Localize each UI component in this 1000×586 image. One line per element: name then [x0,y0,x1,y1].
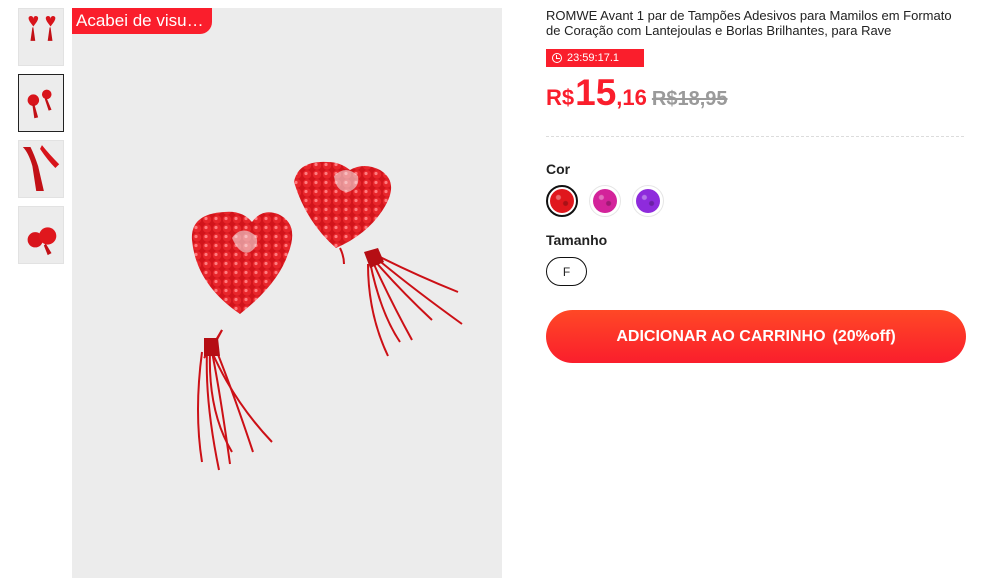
thumbnail-4[interactable] [18,206,64,264]
product-page: Acabei de visu… ROMWE Avant 1 par de Tam… [0,0,1000,586]
recently-viewed-badge: Acabei de visu… [72,8,212,34]
thumbnail-3[interactable] [18,140,64,198]
right-heart [294,161,392,248]
divider [546,136,964,137]
product-info: ROMWE Avant 1 par de Tampões Adesivos pa… [546,8,966,363]
right-tassel [339,247,463,357]
discount-label: (20%off) [832,327,896,345]
size-option-f[interactable]: F [546,257,587,286]
swatch-fill [593,189,617,213]
swatch-fill [550,189,574,213]
color-swatch-pink[interactable] [589,185,621,217]
color-swatch-purple[interactable] [632,185,664,217]
color-swatch-red[interactable] [546,185,578,217]
price-decimal: ,16 [616,85,647,110]
add-to-cart-label: ADICIONAR AO CARRINHO [616,327,826,345]
main-product-image[interactable]: Acabei de visu… [72,8,502,578]
price-currency: R$ [546,85,575,110]
original-price: R$18,95 [651,88,728,110]
add-to-cart-button[interactable]: ADICIONAR AO CARRINHO (20%off) [546,310,966,363]
countdown-timer: 23:59:17.1 [546,49,644,67]
color-label: Cor [546,161,571,177]
clock-icon [552,53,562,63]
left-heart [191,211,293,314]
price-row: R$ 15 ,16 R$18,95 [546,72,966,113]
product-title: ROMWE Avant 1 par de Tampões Adesivos pa… [546,8,952,38]
swatch-fill [636,189,660,213]
size-label: Tamanho [546,232,608,248]
color-swatches [546,185,966,217]
timer-value: 23:59:17.1 [567,52,619,64]
thumbnail-2[interactable] [18,74,64,132]
price-integer: 15 [575,72,617,113]
thumbnail-1[interactable] [18,8,64,66]
thumbnail-list [18,8,64,272]
product-photo [191,161,463,471]
